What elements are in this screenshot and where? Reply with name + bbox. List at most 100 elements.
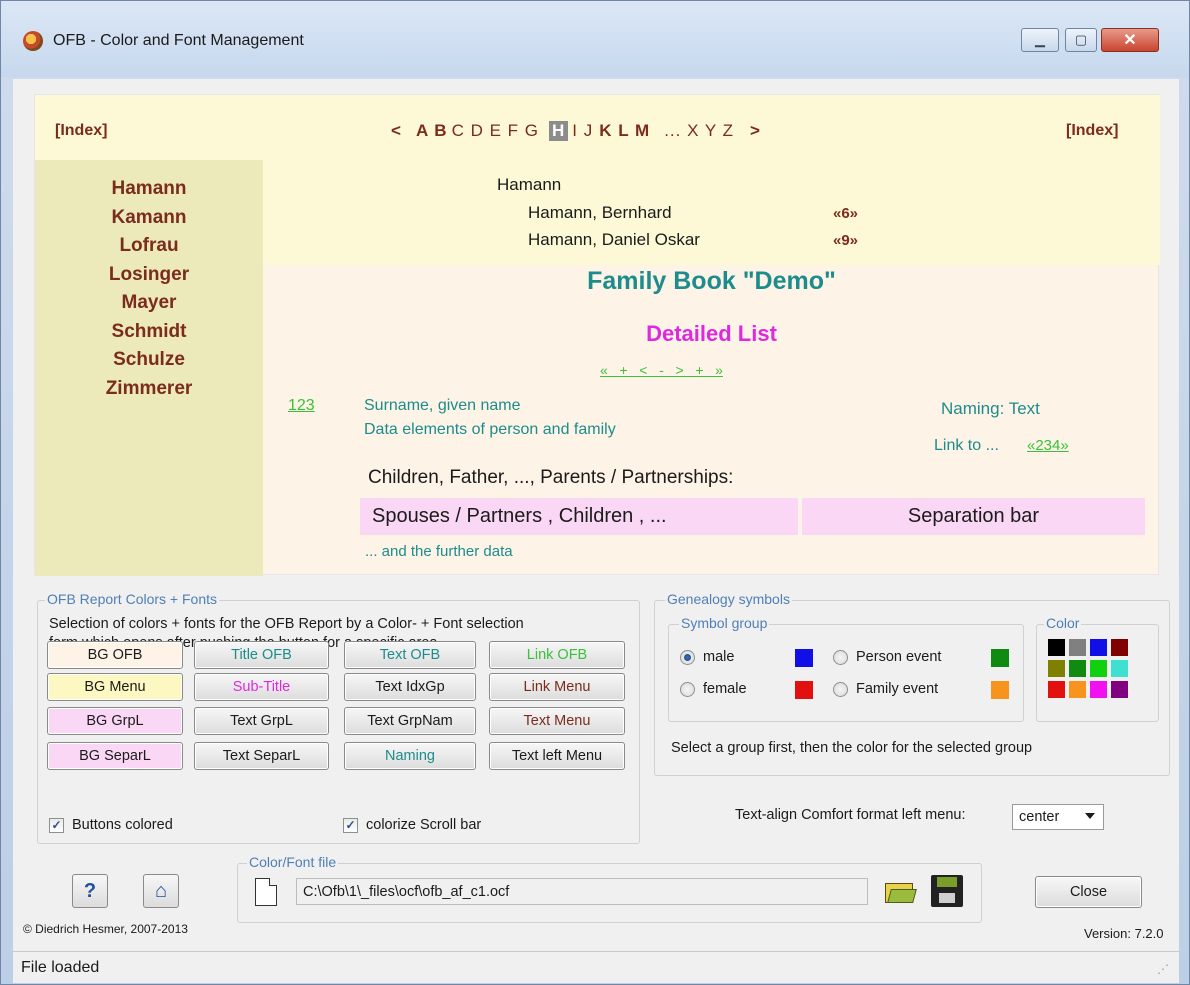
left-menu-item[interactable]: Kamann [35,204,263,233]
left-menu-item[interactable]: Zimmerer [35,375,263,404]
link-number[interactable]: 123 [288,397,315,415]
open-folder-icon[interactable] [883,875,917,907]
report-button-text-left-menu[interactable]: Text left Menu [489,742,625,770]
file-path-text: C:\Ofb\1\_files\ocf\ofb_af_c1.ocf [303,883,510,900]
nav-links[interactable]: « + < - > + » [600,362,723,378]
help-icon: ? [83,879,97,902]
palette-color-swatch[interactable] [1069,681,1086,698]
palette-color-swatch[interactable] [1111,681,1128,698]
colorize-scroll-checkbox[interactable]: ✓ colorize Scroll bar [343,817,481,833]
home-icon: ⌂ [154,879,168,902]
status-bar: File loaded ⋰ [13,951,1179,983]
index-link-right[interactable]: [Index] [1066,122,1118,140]
description-line: Selection of colors + fonts for the OFB … [49,616,524,632]
close-window-button[interactable]: ✕ [1101,28,1159,52]
left-menu: Hamann Kamann Lofrau Losinger Mayer Schmidt Sc… [35,160,263,576]
person-event-label: Person event [856,649,942,665]
report-button-sub-title[interactable]: Sub-Title [194,673,329,701]
report-button-bg-menu[interactable]: BG Menu [47,673,183,701]
nav-prev[interactable]: < [391,121,402,141]
children-header: Children, Father, ..., Parents / Partner… [368,467,734,488]
report-button-link-ofb[interactable]: Link OFB [489,641,625,669]
report-button-link-menu[interactable]: Link Menu [489,673,625,701]
close-button[interactable]: Close [1035,876,1142,908]
radio-icon [833,649,848,665]
alphabet-nav: < A B C D E F G H I J K L M ... X Y Z > [391,121,761,141]
letter-current: H [549,121,569,141]
chevron-down-icon [1085,813,1095,819]
palette-color-swatch[interactable] [1111,639,1128,656]
female-color-swatch [795,681,813,699]
radio-selected-icon [680,649,695,665]
female-label: female [703,681,747,697]
report-button-bg-ofb[interactable]: BG OFB [47,641,183,669]
text-align-select[interactable]: center [1012,804,1104,830]
close-label: Close [1069,884,1108,900]
symbol-group-box [668,624,1024,722]
palette-color-swatch[interactable] [1069,660,1086,677]
separation-bar: Separation bar [802,498,1145,535]
surname-line: Surname, given name [364,397,521,414]
separation-text: Separation bar [907,505,1040,527]
status-text: File loaded [21,958,100,976]
report-button-bg-grpl[interactable]: BG GrpL [47,707,183,735]
letters-ij: I J [572,121,594,140]
group-person[interactable]: Hamann, Bernhard [528,203,672,223]
index-link-left[interactable]: [Index] [55,122,107,140]
family-event-radio[interactable]: Family event [833,681,938,697]
report-button-text-grpnam[interactable]: Text GrpNam [344,707,476,735]
letters-klm[interactable]: K L M [599,121,650,141]
palette-color-swatch[interactable] [1048,660,1065,677]
group-person[interactable]: Hamann, Daniel Oskar [528,230,700,250]
group-person-ref[interactable]: «9» [833,232,858,249]
letters-cg: C D E F G [451,121,539,140]
left-menu-item[interactable]: Schmidt [35,318,263,347]
letters-xyz: ... X Y Z [664,121,734,140]
report-preview: [Index] < A B C D E F G H I J K L M ... … [34,94,1160,576]
palette-color-swatch[interactable] [1111,660,1128,677]
minimize-button[interactable]: ▁ [1021,28,1059,52]
palette-color-swatch[interactable] [1090,660,1107,677]
help-button[interactable]: ? [72,874,108,908]
left-menu-item[interactable]: Schulze [35,346,263,375]
window-title: OFB - Color and Font Management [53,32,304,49]
report-button-naming[interactable]: Naming [344,742,476,770]
colorize-scroll-label: colorize Scroll bar [366,817,482,833]
left-menu-item[interactable]: Losinger [35,261,263,290]
link-ref[interactable]: «234» [1027,437,1069,454]
version: Version: 7.2.0 [1084,926,1164,941]
report-colors-label: OFB Report Colors + Fonts [45,591,220,607]
title-bar: OFB - Color and Font Management ▁ ▢ ✕ [1,1,1189,77]
resize-grip-icon[interactable]: ⋰ [1157,962,1169,976]
maximize-button[interactable]: ▢ [1065,28,1097,52]
person-event-radio[interactable]: Person event [833,649,941,665]
report-button-bg-separl[interactable]: BG SeparL [47,742,183,770]
checkmark-icon: ✓ [49,817,64,833]
female-radio[interactable]: female [680,681,747,697]
report-button-text-grpl[interactable]: Text GrpL [194,707,329,735]
left-menu-item[interactable]: Mayer [35,289,263,318]
buttons-colored-label: Buttons colored [72,817,173,833]
save-disk-icon[interactable] [931,875,963,907]
palette-color-swatch[interactable] [1069,639,1086,656]
male-radio[interactable]: male [680,649,734,665]
palette-color-swatch[interactable] [1048,639,1065,656]
home-button[interactable]: ⌂ [143,874,179,908]
palette-color-swatch[interactable] [1090,681,1107,698]
left-menu-item[interactable]: Lofrau [35,232,263,261]
letters-ab[interactable]: A B [416,121,448,141]
file-path-field[interactable]: C:\Ofb\1\_files\ocf\ofb_af_c1.ocf [296,878,868,905]
palette-color-swatch[interactable] [1048,681,1065,698]
radio-icon [833,681,848,697]
report-button-text-ofb[interactable]: Text OFB [344,641,476,669]
group-person-ref[interactable]: «6» [833,205,858,222]
report-button-text-separl[interactable]: Text SeparL [194,742,329,770]
document-icon [255,878,277,906]
report-button-text-idxgp[interactable]: Text IdxGp [344,673,476,701]
buttons-colored-checkbox[interactable]: ✓ Buttons colored [49,817,173,833]
nav-next[interactable]: > [750,121,761,141]
report-button-text-menu[interactable]: Text Menu [489,707,625,735]
left-menu-item[interactable]: Hamann [35,175,263,204]
palette-color-swatch[interactable] [1090,639,1107,656]
report-button-title-ofb[interactable]: Title OFB [194,641,329,669]
